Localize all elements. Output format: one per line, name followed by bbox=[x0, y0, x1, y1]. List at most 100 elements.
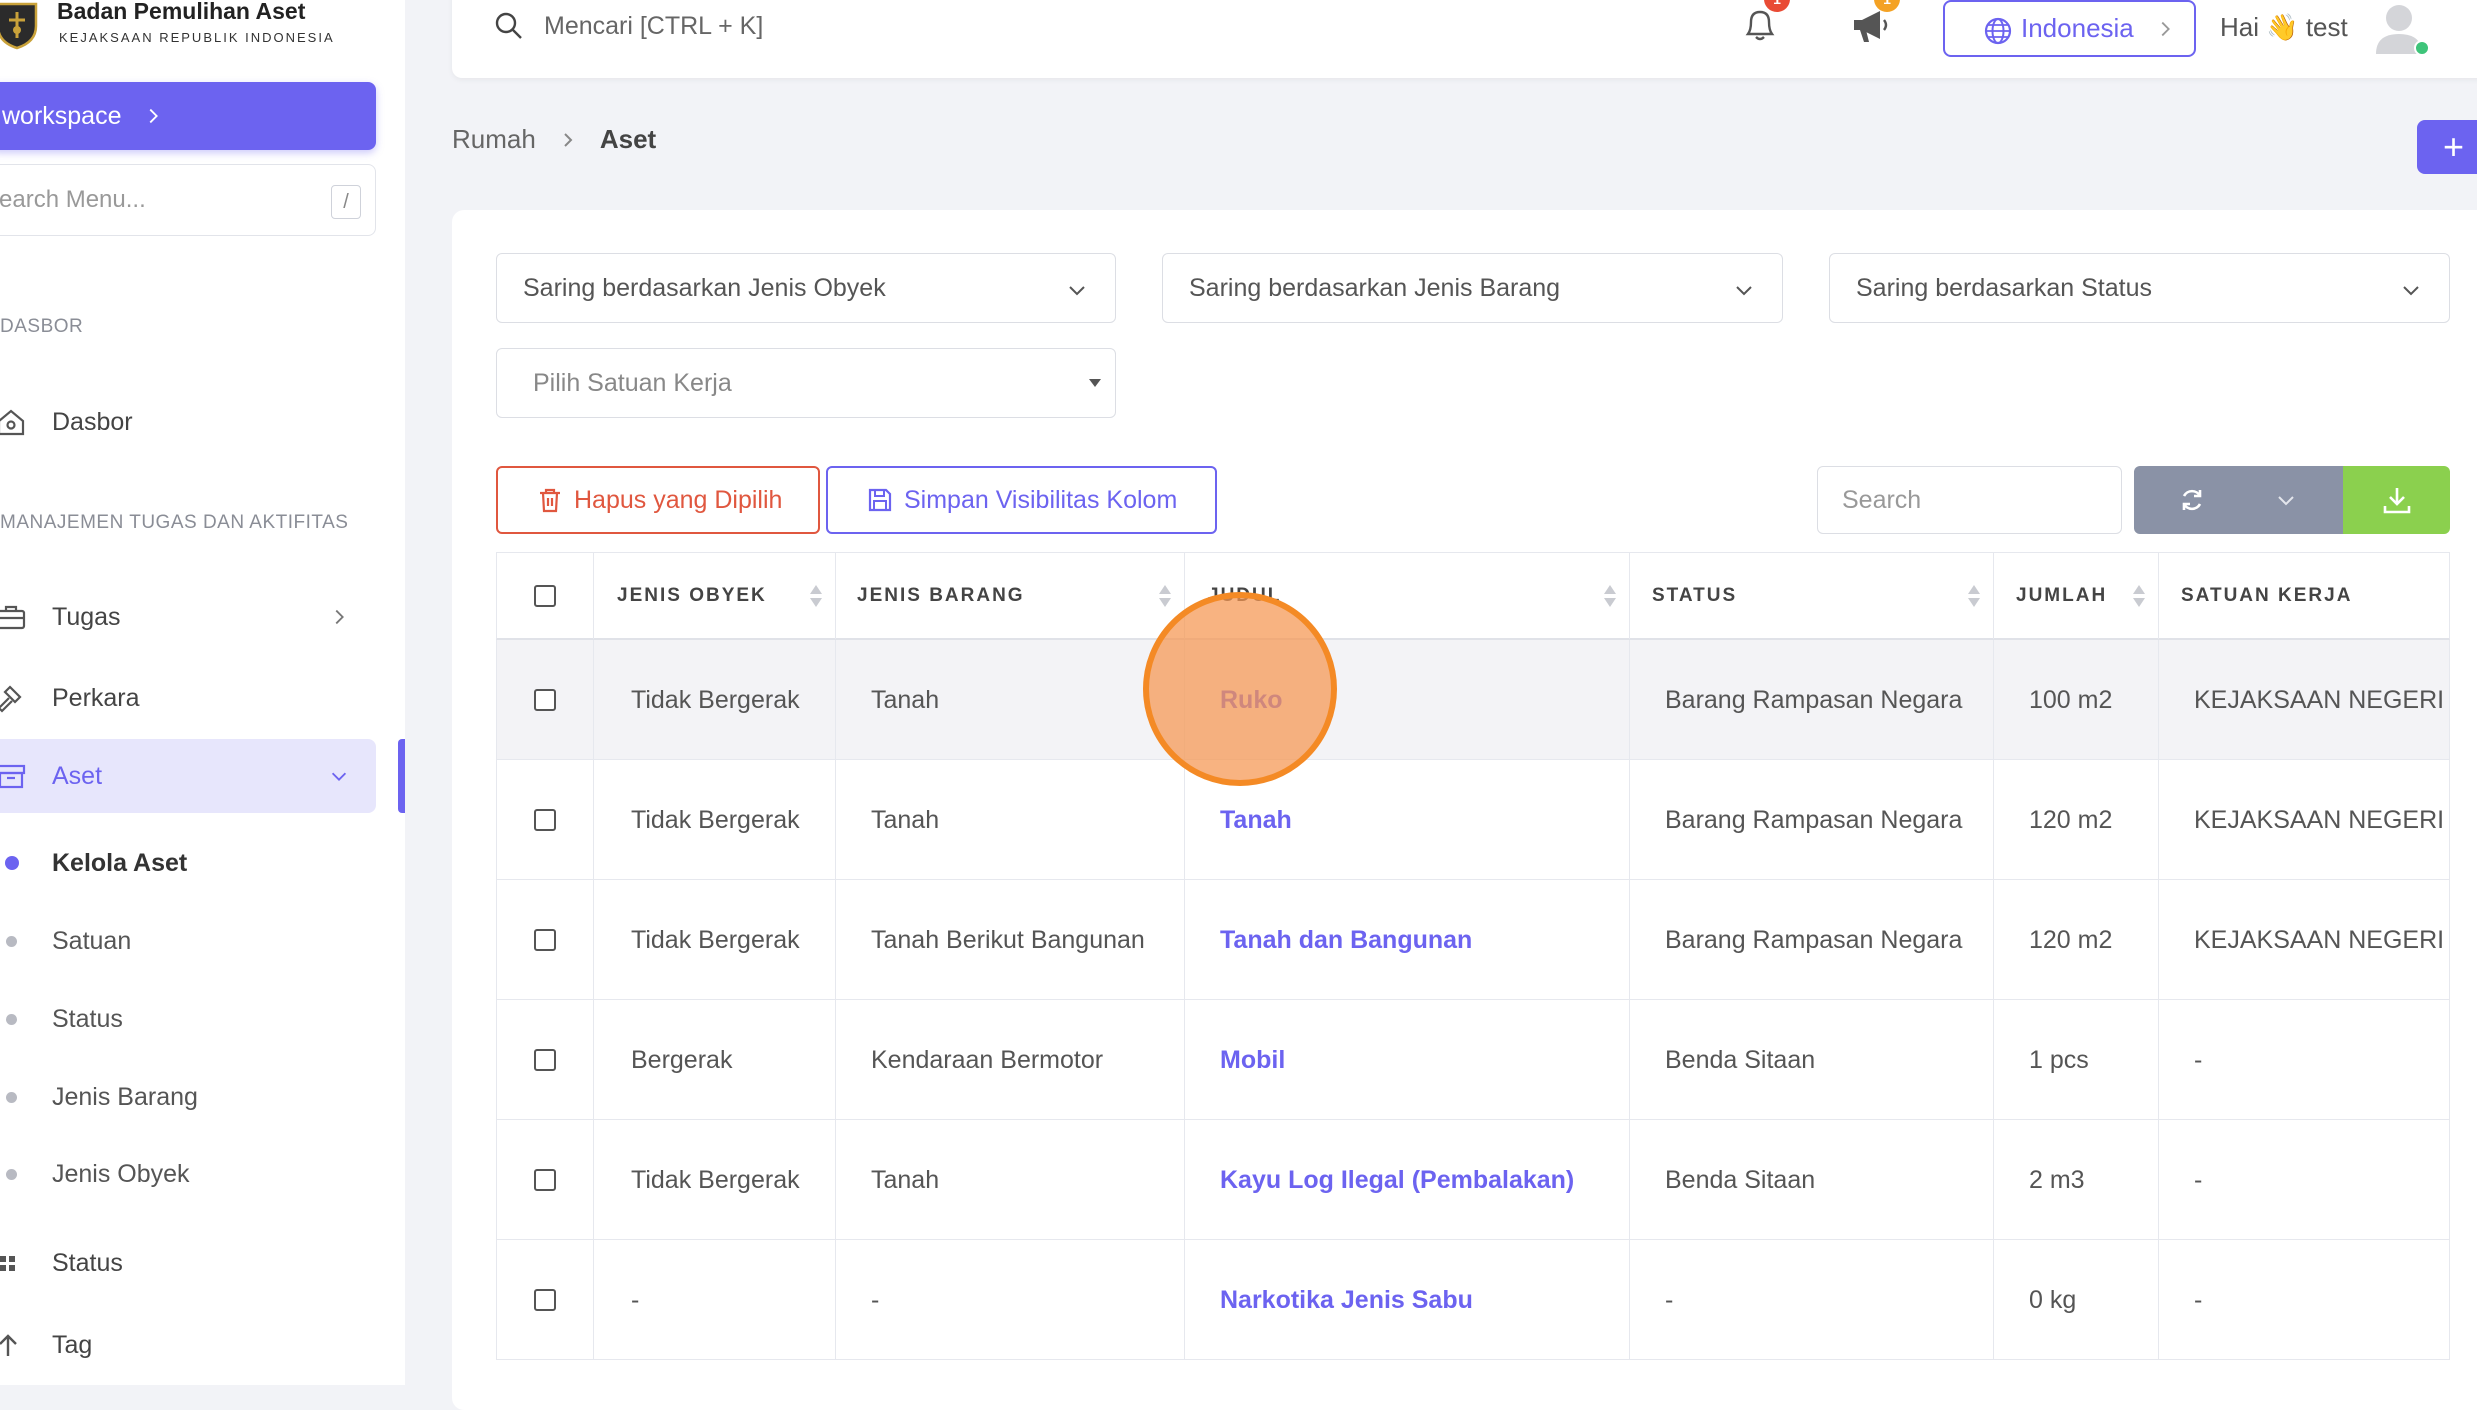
sidebar-subitem-kelola-aset[interactable]: Kelola Aset bbox=[0, 833, 376, 893]
table-row[interactable]: Tidak Bergerak Tanah Tanah Barang Rampasan … bbox=[496, 760, 2451, 880]
select-all-cell bbox=[497, 553, 594, 639]
sidebar-subitem-label: Jenis Obyek bbox=[52, 1159, 190, 1188]
sort-icon bbox=[810, 585, 822, 607]
row-checkbox[interactable] bbox=[534, 929, 556, 951]
row-select-cell bbox=[497, 880, 594, 1000]
filter-label: Saring berdasarkan Jenis Obyek bbox=[523, 273, 886, 302]
section-label-tasks: MANAJEMEN TUGAS DAN AKTIFITAS bbox=[0, 512, 349, 533]
save-column-visibility-label: Simpan Visibilitas Kolom bbox=[904, 485, 1178, 514]
sidebar-item-perkara[interactable]: Perkara bbox=[0, 661, 376, 735]
refresh-icon bbox=[2182, 489, 2202, 511]
trash-icon bbox=[540, 488, 560, 513]
table-row[interactable]: Tidak Bergerak Tanah Kayu Log Ilegal (Pemb… bbox=[496, 1120, 2450, 1240]
bullet-dot bbox=[5, 856, 19, 870]
table-search-input[interactable]: Search bbox=[1817, 466, 2122, 534]
sidebar-item-dasbor[interactable]: Dasbor bbox=[0, 385, 376, 459]
sort-icon bbox=[2133, 585, 2145, 607]
arrow-up-icon bbox=[0, 1334, 17, 1356]
sidebar-subitem-satuan[interactable]: Satuan bbox=[0, 911, 376, 971]
add-asset-button[interactable]: + bbox=[2417, 120, 2477, 174]
chevron-down-icon bbox=[331, 772, 347, 781]
chevron-down-icon bbox=[1736, 286, 1752, 296]
bullet-dot bbox=[6, 1091, 17, 1103]
chevron-right-icon bbox=[149, 108, 158, 124]
table-row[interactable]: Tidak BergerakTanahRukoBarang Rampasan N… bbox=[496, 640, 2451, 760]
header-satuan-kerja[interactable]: SATUAN KERJA bbox=[2159, 553, 2451, 639]
delete-selected-button[interactable]: Hapus yang Dipilih bbox=[496, 466, 820, 534]
row-checkbox[interactable] bbox=[534, 1169, 556, 1191]
briefcase-icon bbox=[0, 605, 26, 630]
satuan-kerja-select[interactable]: Pilih Satuan Kerja bbox=[496, 348, 1116, 418]
header-jumlah[interactable]: JUMLAH bbox=[1994, 553, 2159, 639]
refresh-button[interactable] bbox=[2134, 466, 2344, 534]
bullet-dot bbox=[6, 1013, 17, 1025]
sidebar-subitem-status[interactable]: Status bbox=[0, 989, 376, 1049]
caret-down-icon bbox=[1089, 379, 1101, 387]
select-all-checkbox[interactable] bbox=[534, 585, 556, 607]
megaphone-icon[interactable] bbox=[1850, 6, 1892, 46]
row-select-cell bbox=[497, 640, 594, 760]
filter-label: Pilih Satuan Kerja bbox=[533, 368, 732, 397]
sidebar-subitem-jenis-obyek[interactable]: Jenis Obyek bbox=[0, 1144, 376, 1204]
header-label: STATUS bbox=[1652, 585, 1738, 606]
table-row[interactable]: - - Narkotika Jenis Sabu -0 kg - bbox=[496, 1240, 2450, 1360]
row-checkbox[interactable] bbox=[534, 809, 556, 831]
cell-judul-link[interactable]: Kayu Log Ilegal (Pembalakan) bbox=[1185, 1120, 1630, 1240]
save-icon bbox=[868, 488, 892, 512]
language-button[interactable]: Indonesia bbox=[1943, 0, 2196, 57]
cell-jenis-obyek: Tidak Bergerak bbox=[594, 760, 836, 880]
brand-subtitle: KEJAKSAAN REPUBLIK INDONESIA bbox=[59, 30, 335, 45]
cell-jenis-obyek: Tidak Bergerak bbox=[594, 640, 836, 760]
cell-jenis-obyek: Bergerak bbox=[594, 1000, 836, 1120]
global-search[interactable]: Mencari [CTRL + K] bbox=[494, 4, 763, 48]
filter-label: Saring berdasarkan Jenis Barang bbox=[1189, 273, 1561, 302]
bullet-dot bbox=[6, 1168, 17, 1180]
cell-judul-link[interactable]: Narkotika Jenis Sabu bbox=[1185, 1240, 1630, 1360]
table-row[interactable]: Bergerak Kendaraan Bermotor Mobil Benda Sit… bbox=[496, 1000, 2450, 1120]
cell-judul-link[interactable]: Tanah dan Bangunan bbox=[1185, 880, 1630, 1000]
sidebar-item-tugas[interactable]: Tugas bbox=[0, 580, 376, 654]
kejaksaan-logo-icon bbox=[0, 2, 38, 50]
cell-jumlah: 1 pcs bbox=[1994, 1000, 2159, 1120]
asset-card: Saring berdasarkan Jenis Obyek Saring be… bbox=[452, 210, 2477, 1410]
breadcrumb: Rumah Aset bbox=[452, 124, 656, 155]
header-status[interactable]: STATUS bbox=[1630, 553, 1994, 639]
cell-judul-link[interactable]: Mobil bbox=[1185, 1000, 1630, 1120]
active-indicator bbox=[398, 739, 405, 813]
filter-jenis-barang-select[interactable]: Saring berdasarkan Jenis Barang bbox=[1162, 253, 1783, 323]
sidebar-item-status[interactable]: Status bbox=[0, 1226, 376, 1300]
table-row[interactable]: Tidak Bergerak Tanah Berikut Bangunan Tana… bbox=[496, 880, 2451, 1000]
row-select-cell bbox=[497, 1120, 594, 1240]
breadcrumb-home[interactable]: Rumah bbox=[452, 124, 536, 155]
row-checkbox[interactable] bbox=[534, 1049, 556, 1071]
sidebar-subitem-label: Jenis Barang bbox=[52, 1082, 198, 1111]
row-checkbox[interactable] bbox=[534, 1289, 556, 1311]
sidebar-item-label: Tugas bbox=[52, 602, 121, 631]
header-jenis-obyek[interactable]: JENIS OBYEK bbox=[594, 553, 836, 639]
filter-status-select[interactable]: Saring berdasarkan Status bbox=[1829, 253, 2450, 323]
workspace-button[interactable]: workspace bbox=[0, 82, 376, 150]
menu-search-input[interactable]: earch Menu... / bbox=[0, 164, 376, 236]
sidebar-item-tag[interactable]: Tag bbox=[0, 1308, 376, 1382]
filter-jenis-obyek-select[interactable]: Saring berdasarkan Jenis Obyek bbox=[496, 253, 1116, 323]
breadcrumb-current: Aset bbox=[599, 124, 657, 154]
online-status-dot bbox=[2414, 40, 2430, 56]
header-jenis-barang[interactable]: JENIS BARANG bbox=[836, 553, 1185, 639]
row-checkbox[interactable] bbox=[534, 689, 556, 711]
cell-jumlah: 0 kg bbox=[1994, 1240, 2159, 1360]
cell-satuan-kerja: - bbox=[2194, 1165, 2203, 1194]
home-icon bbox=[0, 409, 25, 436]
download-button[interactable] bbox=[2343, 466, 2450, 534]
cell-jenis-obyek: Tidak Bergerak bbox=[594, 1120, 836, 1240]
chevron-down-icon bbox=[1069, 286, 1085, 296]
cell-status: Barang Rampasan Negara bbox=[1630, 880, 1994, 1000]
sidebar-item-aset[interactable]: Aset bbox=[0, 739, 376, 813]
cell-jumlah: 100 m2 bbox=[1994, 640, 2159, 760]
language-label: Indonesia bbox=[2021, 13, 2134, 43]
archive-icon bbox=[0, 764, 26, 789]
sidebar-subitem-jenis-barang[interactable]: Jenis Barang bbox=[0, 1067, 376, 1127]
header-label: JENIS BARANG bbox=[857, 585, 1025, 606]
save-column-visibility-button[interactable]: Simpan Visibilitas Kolom bbox=[826, 466, 1217, 534]
table-header: JENIS OBYEK JENIS BARANG JUDUL STATUS JU… bbox=[496, 552, 2450, 640]
search-icon bbox=[495, 12, 522, 39]
